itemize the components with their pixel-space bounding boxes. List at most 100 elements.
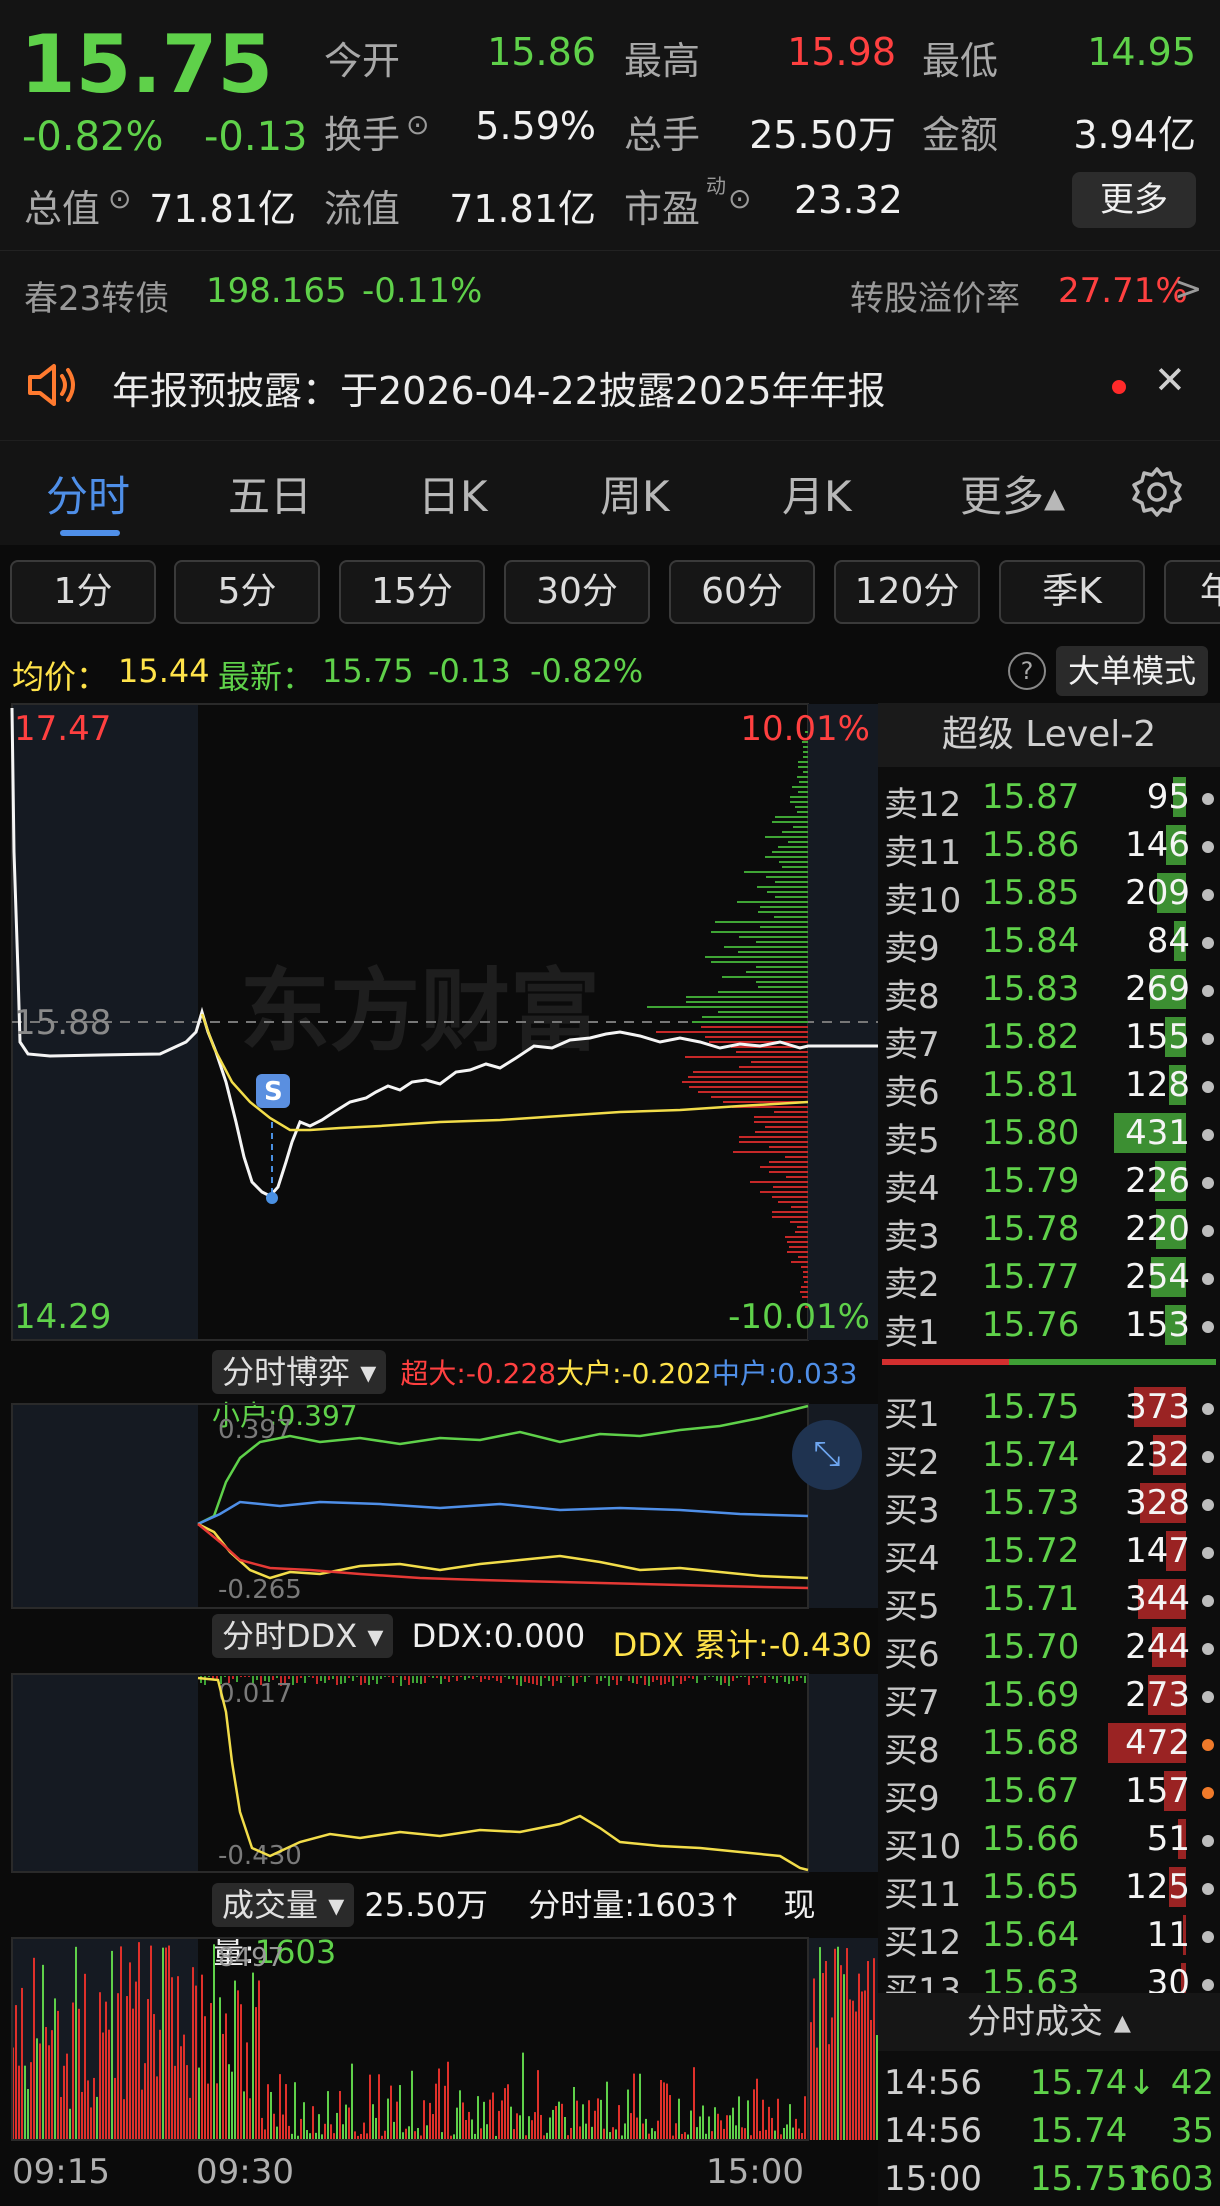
intraday-price-chart[interactable]: 东方财富 S 17.47 15.88 14.29 10.01% -10.01% bbox=[0, 702, 878, 1342]
close-icon[interactable]: ✕ bbox=[1154, 358, 1186, 402]
volume-bar bbox=[405, 2128, 407, 2140]
level-quantity: 146 bbox=[1125, 825, 1190, 865]
depth-bar bbox=[803, 751, 808, 753]
ddx-bar bbox=[748, 1676, 750, 1685]
ddx-bar bbox=[348, 1676, 350, 1678]
volume-bar bbox=[777, 2098, 779, 2140]
bid-level-row[interactable]: 买4 15.72 147 bbox=[878, 1527, 1220, 1579]
period-15min[interactable]: 15分 bbox=[339, 560, 485, 624]
settings-icon[interactable] bbox=[1130, 465, 1184, 519]
ask-level-row[interactable]: 卖7 15.82 155 bbox=[878, 1013, 1220, 1065]
depth-bar bbox=[701, 1026, 808, 1028]
ddx-bar bbox=[360, 1676, 362, 1685]
volume-bar bbox=[309, 2133, 311, 2140]
period-5min[interactable]: 5分 bbox=[174, 560, 320, 624]
info-icon[interactable]: ⊙ bbox=[728, 182, 751, 215]
level2-title[interactable]: 超级 Level-2 bbox=[878, 703, 1220, 767]
help-icon[interactable]: ? bbox=[1008, 652, 1046, 690]
more-button[interactable]: 更多 bbox=[1072, 172, 1196, 228]
notice-banner[interactable]: 年报预披露：于2026-04-22披露2025年年报 ✕ bbox=[0, 330, 1220, 440]
tab-five-day[interactable]: 五日 bbox=[228, 463, 312, 524]
level-label: 买7 bbox=[884, 1683, 940, 1723]
bid-level-row[interactable]: 买10 15.66 51 bbox=[878, 1815, 1220, 1867]
volume-bar bbox=[102, 2032, 104, 2140]
bogame-select[interactable]: 分时博弈 ▾ bbox=[212, 1350, 387, 1394]
pe-value: 23.32 bbox=[794, 178, 903, 222]
level-quantity: 232 bbox=[1125, 1435, 1190, 1475]
ddx-bar bbox=[616, 1676, 618, 1685]
ask-level-row[interactable]: 卖4 15.79 226 bbox=[878, 1157, 1220, 1209]
ddx-bar bbox=[724, 1676, 726, 1683]
info-icon[interactable]: ⊙ bbox=[108, 182, 131, 215]
level-label: 买1 bbox=[884, 1395, 940, 1435]
volume-bar bbox=[384, 2130, 386, 2140]
volume-bar bbox=[120, 1946, 122, 2140]
bid-level-row[interactable]: 买11 15.65 125 bbox=[878, 1863, 1220, 1915]
level-marker-dot bbox=[1202, 793, 1214, 805]
ddx-bar bbox=[716, 1676, 718, 1681]
high-label: 最高 bbox=[624, 39, 701, 83]
volume-bar bbox=[768, 2106, 770, 2140]
bid-level-row[interactable]: 买9 15.67 157 bbox=[878, 1767, 1220, 1819]
bid-level-row[interactable]: 买1 15.75 373 bbox=[878, 1383, 1220, 1435]
bid-level-row[interactable]: 买2 15.74 232 bbox=[878, 1431, 1220, 1483]
bid-level-row[interactable]: 买3 15.73 328 bbox=[878, 1479, 1220, 1531]
level-quantity: 125 bbox=[1125, 1867, 1190, 1907]
bogame-chart[interactable]: 0.397 -0.265 bbox=[0, 1402, 878, 1610]
period-120min[interactable]: 120分 bbox=[834, 560, 980, 624]
level-marker-dot bbox=[1202, 1499, 1214, 1511]
ddx-bar bbox=[308, 1676, 310, 1677]
ask-level-row[interactable]: 卖2 15.77 254 bbox=[878, 1253, 1220, 1305]
ask-level-row[interactable]: 卖5 15.80 431 bbox=[878, 1109, 1220, 1161]
ddx-bar bbox=[756, 1676, 758, 1678]
volume-bar bbox=[711, 2131, 713, 2140]
volume-bar bbox=[798, 2128, 800, 2140]
volume-bar bbox=[471, 2119, 473, 2140]
volume-chart[interactable]: 8497 bbox=[0, 1936, 878, 2142]
tab-monthly-k[interactable]: 月K bbox=[782, 463, 852, 524]
tab-daily-k[interactable]: 日K bbox=[418, 463, 488, 524]
ddx-bar bbox=[484, 1676, 486, 1679]
ddx-select[interactable]: 分时DDX ▾ bbox=[212, 1614, 394, 1658]
ask-level-row[interactable]: 卖3 15.78 220 bbox=[878, 1205, 1220, 1257]
ask-level-row[interactable]: 卖11 15.86 146 bbox=[878, 821, 1220, 873]
volume-bar bbox=[666, 2083, 668, 2140]
ask-level-row[interactable]: 卖9 15.84 84 bbox=[878, 917, 1220, 969]
convertible-bond-row[interactable]: 春23转债 198.165 -0.11% 转股溢价率 27.71% > bbox=[0, 250, 1220, 330]
volume-bar bbox=[153, 2014, 155, 2140]
depth-bar bbox=[754, 1121, 808, 1123]
tab-intraday[interactable]: 分时 bbox=[46, 463, 130, 524]
big-order-mode-button[interactable]: 大单模式 bbox=[1056, 646, 1208, 696]
volume-bar bbox=[789, 2104, 791, 2140]
ddx-chart[interactable]: 0.017 -0.430 bbox=[0, 1672, 878, 1874]
depth-bar bbox=[758, 911, 808, 913]
depth-bar bbox=[772, 821, 808, 823]
level-quantity: 273 bbox=[1125, 1675, 1190, 1715]
volume-select[interactable]: 成交量 ▾ bbox=[212, 1883, 355, 1927]
ask-level-row[interactable]: 卖1 15.76 153 bbox=[878, 1301, 1220, 1353]
period-60min[interactable]: 60分 bbox=[669, 560, 815, 624]
bid-level-row[interactable]: 买6 15.70 244 bbox=[878, 1623, 1220, 1675]
bid-level-row[interactable]: 买8 15.68 472 bbox=[878, 1719, 1220, 1771]
expand-icon[interactable]: ⤡ bbox=[792, 1420, 862, 1490]
level-label: 卖9 bbox=[884, 929, 940, 969]
tab-more[interactable]: 更多▴ bbox=[960, 463, 1065, 524]
info-icon[interactable]: ⊙ bbox=[406, 108, 429, 141]
ask-level-row[interactable]: 卖6 15.81 128 bbox=[878, 1061, 1220, 1113]
tab-weekly-k[interactable]: 周K bbox=[600, 463, 670, 524]
depth-bar bbox=[787, 1251, 808, 1253]
period-1min[interactable]: 1分 bbox=[10, 560, 156, 624]
bid-level-row[interactable]: 买12 15.64 11 bbox=[878, 1911, 1220, 1963]
bid-level-row[interactable]: 买7 15.69 273 bbox=[878, 1671, 1220, 1723]
period-30min[interactable]: 30分 bbox=[504, 560, 650, 624]
level-quantity: 11 bbox=[1146, 1915, 1190, 1955]
period-quarter-k[interactable]: 季K bbox=[999, 560, 1145, 624]
ask-level-row[interactable]: 卖8 15.83 269 bbox=[878, 965, 1220, 1017]
volume-total: 25.50万 bbox=[364, 1886, 489, 1924]
ask-level-row[interactable]: 卖12 15.87 95 bbox=[878, 773, 1220, 825]
trades-header[interactable]: 分时成交 ▴ bbox=[878, 1993, 1220, 2051]
ask-level-row[interactable]: 卖10 15.85 209 bbox=[878, 869, 1220, 921]
bid-level-row[interactable]: 买5 15.71 344 bbox=[878, 1575, 1220, 1627]
period-year-k[interactable]: 年 bbox=[1164, 560, 1220, 624]
volume-bar bbox=[654, 2131, 656, 2140]
